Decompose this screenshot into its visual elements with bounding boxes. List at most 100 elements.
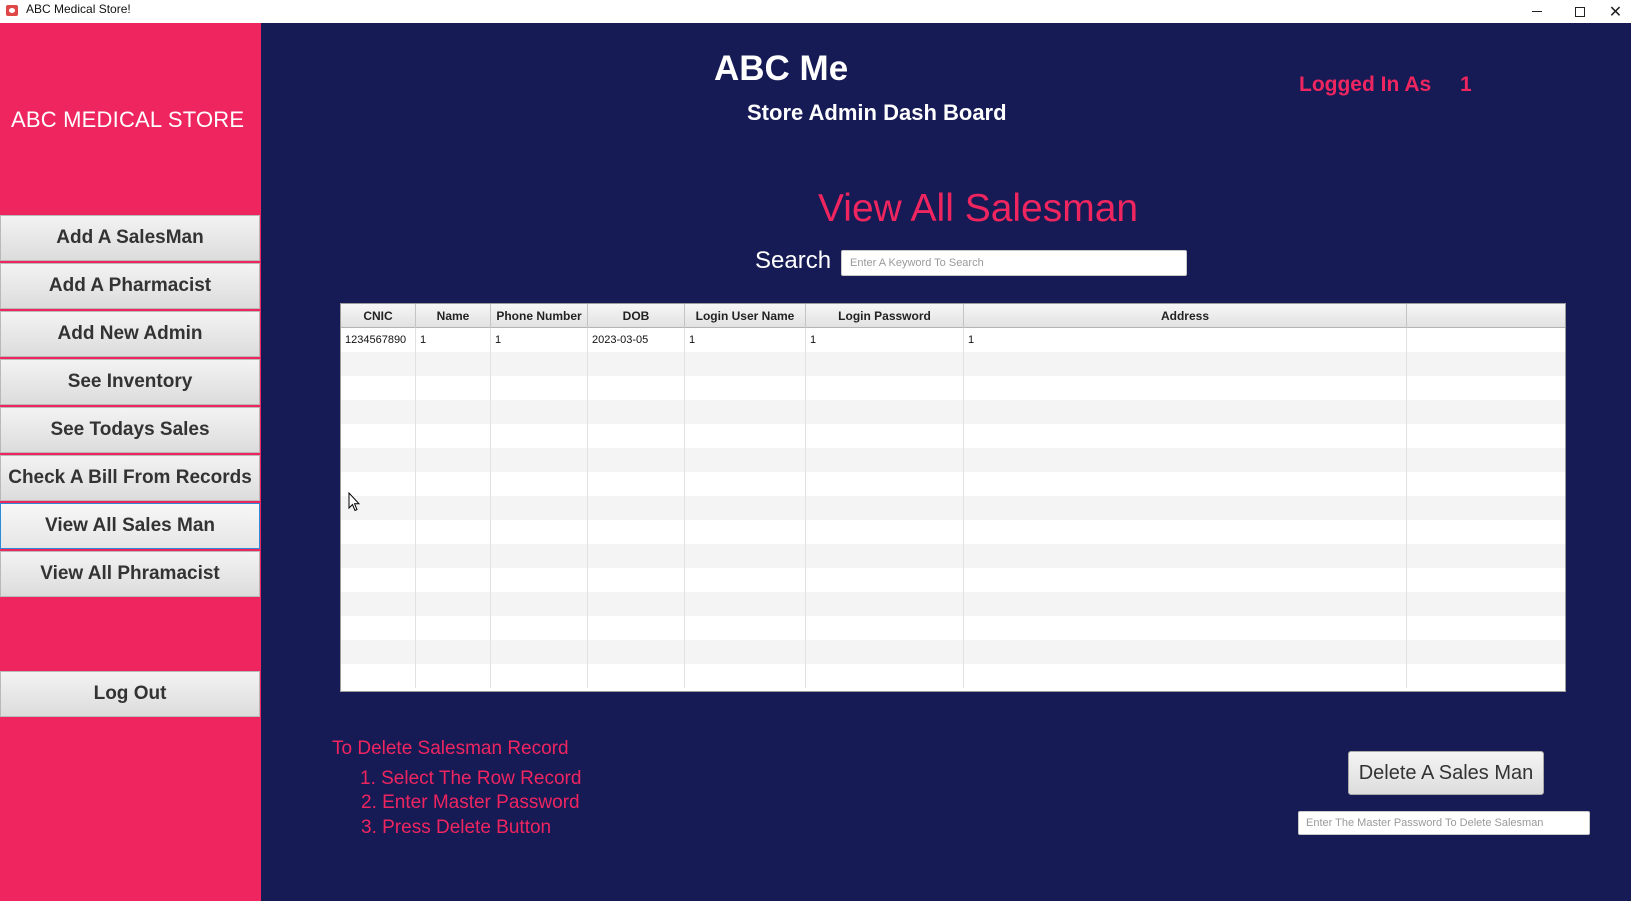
logged-in-label: Logged In As [1299, 73, 1432, 96]
check-bill-button[interactable]: Check A Bill From Records [0, 455, 260, 501]
table-row[interactable] [341, 400, 1565, 424]
table-row[interactable] [341, 472, 1565, 496]
table-cell [964, 424, 1407, 448]
table-cell [416, 496, 491, 520]
table-row[interactable] [341, 664, 1565, 688]
table-cell [964, 664, 1407, 688]
table-cell [341, 664, 416, 688]
delete-salesman-button[interactable]: Delete A Sales Man [1348, 751, 1544, 795]
add-new-admin-button[interactable]: Add New Admin [0, 311, 260, 357]
column-header-name[interactable]: Name [416, 304, 491, 328]
table-cell [416, 424, 491, 448]
table-cell [685, 352, 806, 376]
table-cell [685, 424, 806, 448]
table-cell [416, 352, 491, 376]
table-cell [588, 352, 685, 376]
close-button[interactable]: ✕ [1600, 0, 1631, 23]
table-cell: 2023-03-05 [588, 328, 685, 352]
column-header-address[interactable]: Address [964, 304, 1407, 328]
table-cell [341, 424, 416, 448]
table-cell [491, 544, 588, 568]
table-cell [416, 616, 491, 640]
table-cell [341, 376, 416, 400]
table-cell [491, 568, 588, 592]
table-cell [685, 544, 806, 568]
master-password-input[interactable] [1298, 811, 1590, 835]
minimize-icon [1532, 11, 1542, 12]
table-cell [588, 448, 685, 472]
table-row[interactable] [341, 376, 1565, 400]
app-title: ABC Me [714, 49, 849, 88]
table-cell [1407, 520, 1565, 544]
table-cell: 1 [806, 328, 964, 352]
delete-instructions-title: To Delete Salesman Record [332, 738, 569, 759]
table-row[interactable] [341, 352, 1565, 376]
maximize-button[interactable] [1558, 0, 1602, 23]
table-cell [491, 592, 588, 616]
table-cell [806, 496, 964, 520]
instruction-step-1: 1. Select The Row Record [360, 768, 582, 789]
table-cell [685, 400, 806, 424]
table-cell [588, 568, 685, 592]
table-row[interactable]: 1234567890 1 1 2023-03-05 1 1 1 [341, 328, 1565, 352]
table-cell [341, 352, 416, 376]
table-cell [685, 520, 806, 544]
table-cell: 1234567890 [341, 328, 416, 352]
column-header-dob[interactable]: DOB [588, 304, 685, 328]
table-row[interactable] [341, 496, 1565, 520]
table-cell [341, 400, 416, 424]
table-cell [416, 640, 491, 664]
table-cell [806, 472, 964, 496]
search-input[interactable] [841, 250, 1187, 276]
salesman-table[interactable]: CNIC Name Phone Number DOB Login User Na… [340, 303, 1566, 692]
table-cell [588, 640, 685, 664]
table-cell [964, 472, 1407, 496]
table-cell [341, 568, 416, 592]
table-cell [964, 568, 1407, 592]
table-cell [491, 664, 588, 688]
table-cell [685, 448, 806, 472]
table-row[interactable] [341, 448, 1565, 472]
logged-in-user: 1 [1460, 73, 1472, 96]
table-cell [685, 616, 806, 640]
table-row[interactable] [341, 616, 1565, 640]
table-cell [806, 400, 964, 424]
table-cell [416, 400, 491, 424]
table-row[interactable] [341, 424, 1565, 448]
table-cell [964, 520, 1407, 544]
column-header-phone[interactable]: Phone Number [491, 304, 588, 328]
see-todays-sales-button[interactable]: See Todays Sales [0, 407, 260, 453]
table-cell [416, 592, 491, 616]
table-row[interactable] [341, 544, 1565, 568]
table-cell [1407, 376, 1565, 400]
table-cell [341, 520, 416, 544]
see-inventory-button[interactable]: See Inventory [0, 359, 260, 405]
table-row[interactable] [341, 568, 1565, 592]
column-header-extra[interactable] [1407, 304, 1565, 328]
view-all-pharmacist-button[interactable]: View All Phramacist [0, 551, 260, 597]
table-cell [806, 424, 964, 448]
add-salesman-button[interactable]: Add A SalesMan [0, 215, 260, 261]
table-cell [416, 544, 491, 568]
column-header-login-user[interactable]: Login User Name [685, 304, 806, 328]
column-header-login-password[interactable]: Login Password [806, 304, 964, 328]
table-row[interactable] [341, 640, 1565, 664]
table-row[interactable] [341, 520, 1565, 544]
table-cell [588, 664, 685, 688]
view-all-salesman-button[interactable]: View All Sales Man [0, 503, 260, 549]
logout-button[interactable]: Log Out [0, 671, 260, 717]
table-cell [491, 424, 588, 448]
mouse-cursor-icon [348, 492, 360, 512]
table-cell [964, 616, 1407, 640]
table-cell [491, 352, 588, 376]
column-header-cnic[interactable]: CNIC [341, 304, 416, 328]
table-cell [964, 400, 1407, 424]
table-cell [806, 352, 964, 376]
minimize-button[interactable] [1515, 0, 1559, 23]
table-row[interactable] [341, 592, 1565, 616]
table-cell [491, 472, 588, 496]
table-cell [588, 592, 685, 616]
table-cell [964, 376, 1407, 400]
add-pharmacist-button[interactable]: Add A Pharmacist [0, 263, 260, 309]
table-cell [964, 544, 1407, 568]
